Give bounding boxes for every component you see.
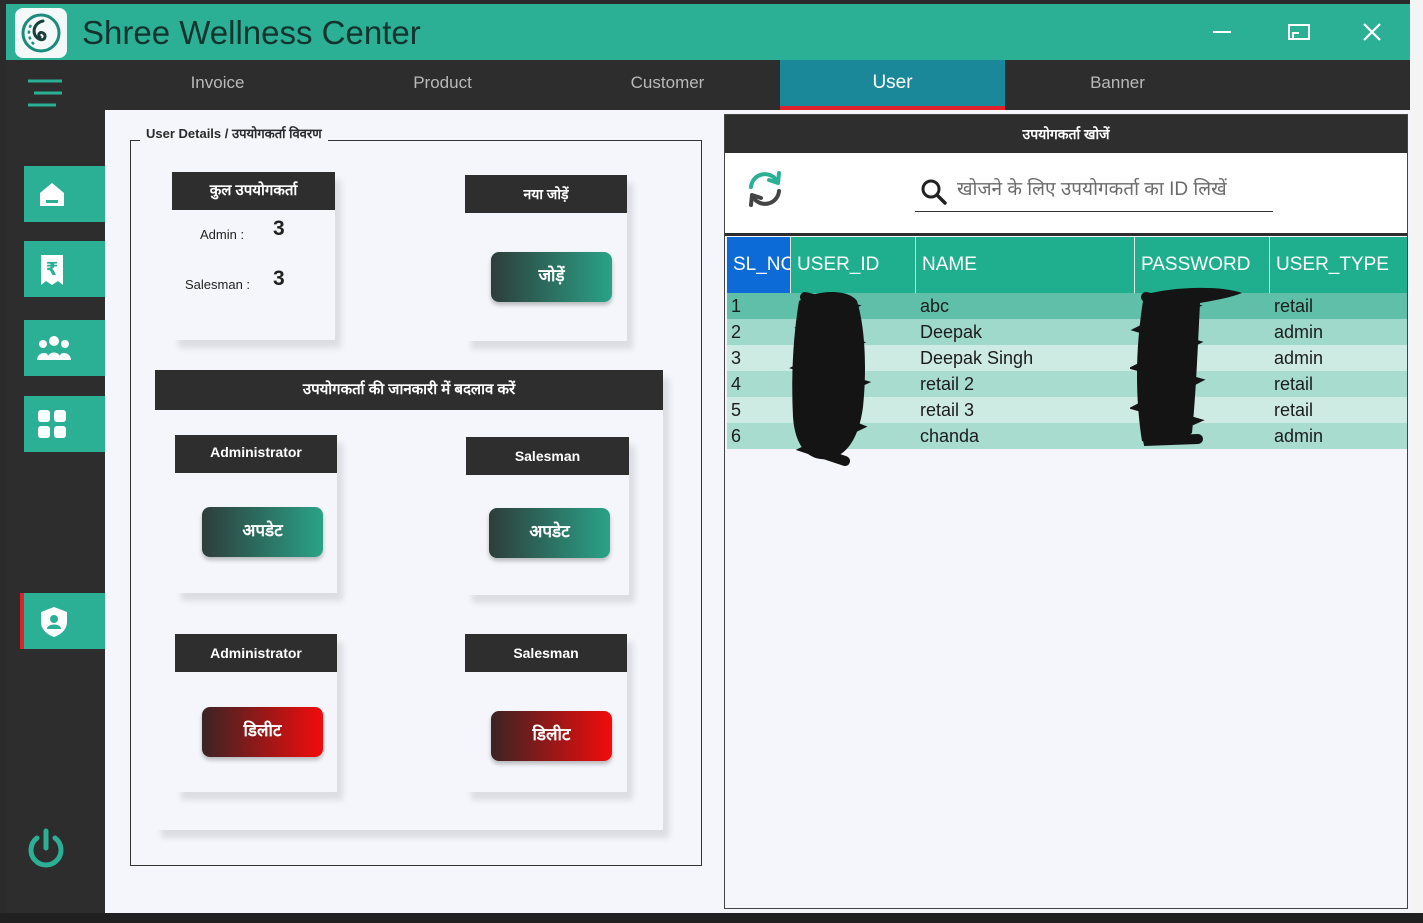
minimize-button[interactable] [1202, 14, 1242, 50]
desktop-background-right [1410, 0, 1423, 923]
update-salesman-button[interactable]: अपडेट [489, 508, 610, 558]
refresh-icon[interactable] [743, 167, 787, 216]
update-salesman-header: Salesman [466, 437, 629, 475]
cell-name: Deepak Singh [920, 348, 1034, 368]
title-bar[interactable]: Shree Wellness Center [6, 4, 1410, 60]
cell-user-type: retail [1274, 374, 1314, 394]
cell-sl-no: 3 [731, 348, 742, 368]
sidebar-item-customers[interactable] [24, 320, 105, 376]
close-button[interactable] [1352, 14, 1392, 50]
app-window: Shree Wellness Center ₹ Invoice Product … [6, 4, 1410, 913]
total-users-header: कुल उपयोगकर्ता [172, 172, 335, 210]
search-bar [725, 153, 1407, 236]
cell-name: chanda [920, 426, 980, 446]
cell-user-type: retail [1274, 296, 1314, 316]
column-header-user-id[interactable]: USER_ID [791, 237, 916, 293]
tab-product[interactable]: Product [330, 60, 555, 110]
top-nav: Invoice Product Customer User Banner [105, 60, 1410, 110]
user-shield-icon [41, 607, 67, 637]
delete-admin-button[interactable]: डिलीट [202, 707, 323, 757]
power-icon[interactable] [26, 828, 66, 875]
search-users-header: उपयोगकर्ता खोजें [725, 115, 1407, 153]
close-icon [1363, 23, 1381, 41]
restore-icon [1288, 24, 1310, 40]
tab-invoice[interactable]: Invoice [105, 60, 330, 110]
tab-banner[interactable]: Banner [1005, 60, 1230, 110]
salesman-count-label: Salesman : [185, 277, 251, 292]
sidebar: ₹ [6, 60, 105, 913]
column-header-name[interactable]: NAME [916, 237, 1135, 293]
delete-salesman-header: Salesman [465, 634, 627, 672]
grid-apps-icon [38, 410, 66, 438]
cell-name: retail 3 [920, 400, 975, 420]
sidebar-item-home[interactable] [24, 166, 105, 222]
column-header-user-type[interactable]: USER_TYPE [1270, 237, 1407, 293]
table-header: SL_NC USER_ID NAME PASSWORD USER_TYPE [727, 237, 1407, 293]
cell-user-type: retail [1274, 400, 1314, 420]
search-input[interactable] [955, 175, 1279, 205]
sidebar-item-billing[interactable]: ₹ [24, 241, 105, 297]
add-user-header: नया जोड़ें [465, 175, 627, 213]
update-admin-button[interactable]: अपडेट [202, 507, 323, 557]
cell-sl-no: 5 [731, 400, 742, 420]
modify-users-header: उपयोगकर्ता की जानकारी में बदलाव करें [155, 370, 663, 410]
cell-sl-no: 6 [731, 426, 742, 446]
cell-user-type: admin [1274, 322, 1324, 342]
tab-customer[interactable]: Customer [555, 60, 780, 110]
user-details-legend: User Details / उपयोगकर्ता विवरण [140, 124, 328, 142]
minimize-icon [1213, 31, 1231, 33]
add-user-button[interactable]: जोड़ें [491, 252, 612, 302]
desktop-background-bottom [0, 913, 1423, 923]
home-icon [40, 183, 64, 206]
update-admin-header: Administrator [175, 435, 337, 473]
admin-count-value: 3 [273, 217, 285, 240]
delete-admin-header: Administrator [175, 634, 337, 672]
search-underline [915, 211, 1273, 212]
redaction-scribble-password [1130, 287, 1242, 446]
cell-sl-no: 1 [731, 296, 742, 316]
column-header-sl-no[interactable]: SL_NC [727, 237, 791, 293]
cell-name: abc [920, 296, 950, 316]
salesman-count-value: 3 [273, 267, 285, 290]
app-title: Shree Wellness Center [82, 14, 421, 51]
redaction-scribble-user-id [789, 292, 872, 466]
cell-user-type: admin [1274, 426, 1324, 446]
delete-salesman-button[interactable]: डिलीट [491, 711, 612, 761]
hamburger-menu-icon[interactable] [26, 77, 64, 114]
restore-button[interactable] [1278, 14, 1318, 50]
search-icon [921, 179, 947, 210]
cell-name: retail 2 [920, 374, 975, 394]
rupee-receipt-icon: ₹ [41, 255, 63, 285]
cell-sl-no: 2 [731, 322, 742, 342]
cell-user-type: admin [1274, 348, 1324, 368]
svg-text:₹: ₹ [46, 259, 59, 280]
tab-user[interactable]: User [780, 60, 1005, 110]
app-logo-icon [15, 8, 67, 58]
sidebar-item-users[interactable] [20, 593, 105, 649]
sidebar-item-apps[interactable] [24, 396, 105, 452]
search-users-panel: उपयोगकर्ता खोजें SL_NC [724, 114, 1408, 909]
users-group-icon [37, 336, 71, 360]
admin-count-label: Admin : [200, 227, 245, 242]
cell-sl-no: 4 [731, 374, 742, 394]
cell-name: Deepak [920, 322, 983, 342]
